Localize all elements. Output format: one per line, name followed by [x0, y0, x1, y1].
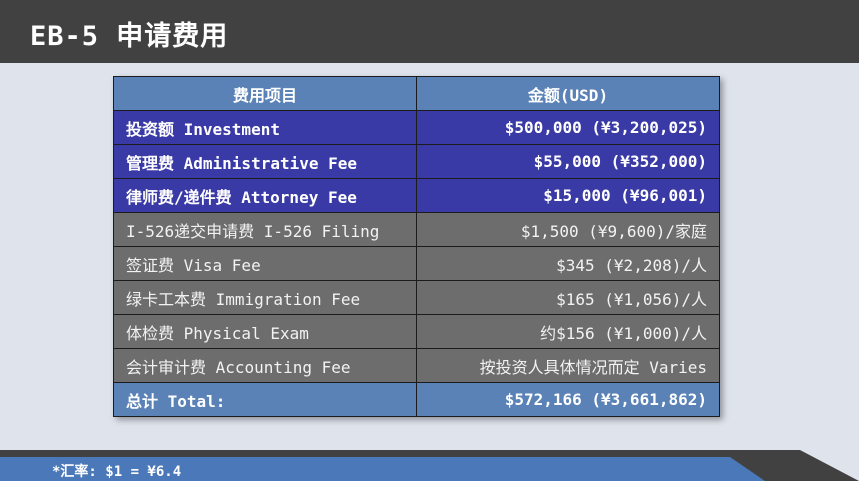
row-item: 签证费 Visa Fee	[113, 246, 417, 281]
row-item: 体检费 Physical Exam	[113, 314, 417, 349]
row-amount: $345 (¥2,208)/人	[416, 246, 720, 281]
row-item: 投资额 Investment	[113, 110, 417, 145]
row-amount: $165 (¥1,056)/人	[416, 280, 720, 315]
column-header-amount: 金额(USD)	[416, 76, 720, 111]
table-row: 签证费 Visa Fee $345 (¥2,208)/人	[113, 246, 720, 281]
row-amount: $1,500 (¥9,600)/家庭	[416, 212, 720, 247]
row-item: 律师费/递件费 Attorney Fee	[113, 178, 417, 213]
row-item: 会计审计费 Accounting Fee	[113, 348, 417, 383]
table-row: 绿卡工本费 Immigration Fee $165 (¥1,056)/人	[113, 280, 720, 315]
row-amount: 约$156 (¥1,000)/人	[416, 314, 720, 349]
total-label: 总计 Total:	[113, 382, 417, 417]
table-row: 体检费 Physical Exam 约$156 (¥1,000)/人	[113, 314, 720, 349]
row-amount: $15,000 (¥96,001)	[416, 178, 720, 213]
row-amount: 按投资人具体情况而定 Varies	[416, 348, 720, 383]
table-row: 律师费/递件费 Attorney Fee $15,000 (¥96,001)	[113, 178, 720, 213]
exchange-rate-note: *汇率: $1 = ¥6.4	[52, 464, 182, 480]
row-item: I-526递交申请费 I-526 Filing	[113, 212, 417, 247]
row-item: 管理费 Administrative Fee	[113, 144, 417, 179]
table-row: 管理费 Administrative Fee $55,000 (¥352,000…	[113, 144, 720, 179]
total-row: 总计 Total: $572,166 (¥3,661,862)	[113, 382, 720, 417]
fee-table: 费用项目 金额(USD) 投资额 Investment $500,000 (¥3…	[113, 76, 720, 417]
table-row: I-526递交申请费 I-526 Filing $1,500 (¥9,600)/…	[113, 212, 720, 247]
table-row: 会计审计费 Accounting Fee 按投资人具体情况而定 Varies	[113, 348, 720, 383]
table-row: 投资额 Investment $500,000 (¥3,200,025)	[113, 110, 720, 145]
column-header-item: 费用项目	[113, 76, 417, 111]
table-header-row: 费用项目 金额(USD)	[113, 76, 720, 111]
page-title: EB-5 申请费用	[30, 21, 229, 52]
row-amount: $55,000 (¥352,000)	[416, 144, 720, 179]
row-amount: $500,000 (¥3,200,025)	[416, 110, 720, 145]
title-bar: EB-5 申请费用	[0, 0, 859, 63]
row-item: 绿卡工本费 Immigration Fee	[113, 280, 417, 315]
total-amount: $572,166 (¥3,661,862)	[416, 382, 720, 417]
